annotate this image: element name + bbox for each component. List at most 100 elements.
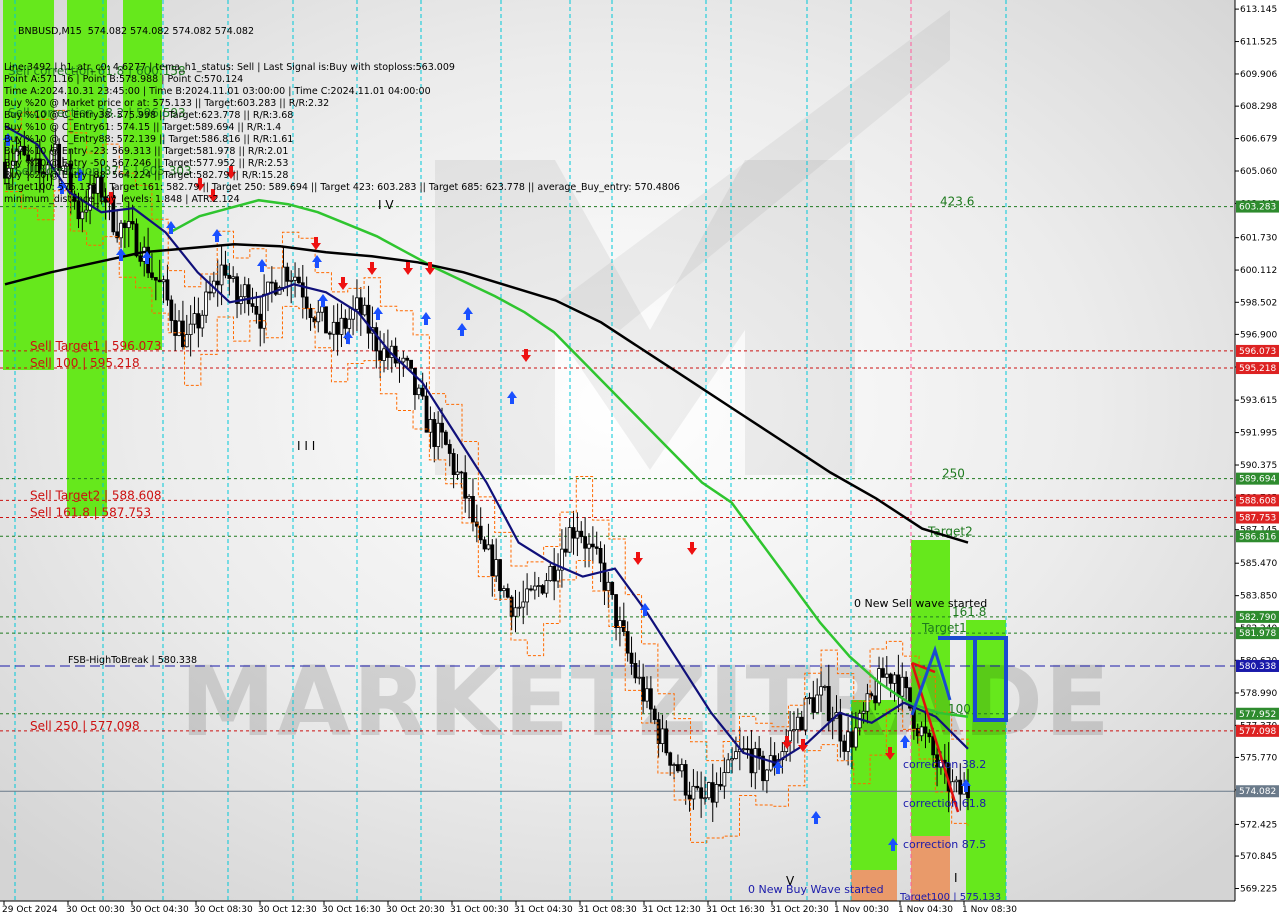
candle-body	[219, 264, 224, 286]
candle-body	[208, 291, 212, 294]
price-level-label: 580.338	[1239, 662, 1276, 672]
candle-body	[382, 348, 386, 361]
candle-body	[401, 357, 406, 363]
candle-body	[200, 314, 205, 329]
candle-body	[792, 729, 796, 732]
candle-body	[881, 668, 885, 678]
price-tick-label: 585.470	[1240, 559, 1277, 569]
candle-body	[614, 594, 618, 628]
info-line: Buy %10 @ C_Entry38: 575.998 || Target:6…	[4, 110, 294, 121]
candle-body	[250, 303, 255, 307]
price-tick-label: 606.679	[1240, 135, 1277, 145]
candle-body	[246, 284, 251, 305]
candle-body	[223, 264, 228, 276]
candle-body	[308, 307, 313, 318]
candle-body	[838, 712, 843, 742]
candle-body	[823, 686, 827, 688]
candle-body	[687, 794, 692, 800]
candle-body	[583, 536, 588, 549]
candle-body	[324, 306, 328, 334]
candle-body	[734, 751, 738, 759]
candle-body	[633, 663, 638, 679]
info-line: Buy %10 @ C_Entry88: 572.139 || Target:5…	[4, 134, 294, 145]
candle-body	[521, 601, 526, 608]
candle-body	[660, 728, 665, 744]
price-level-label: 574.082	[1239, 787, 1276, 797]
time-tick-label: 1 Nov 08:30	[962, 905, 1017, 915]
candle-body	[532, 585, 537, 591]
candle-body	[865, 693, 870, 712]
candle-body	[231, 276, 236, 279]
candle-body	[892, 674, 897, 684]
candle-body	[393, 345, 398, 364]
price-tick-label: 611.525	[1240, 38, 1277, 48]
candle-body	[590, 543, 595, 548]
candle-body	[447, 444, 452, 454]
candle-body	[413, 367, 417, 396]
candle-body	[355, 297, 359, 310]
candle-body	[904, 676, 909, 689]
price-tick-label: 605.060	[1240, 167, 1277, 177]
candle-body	[954, 779, 959, 783]
candle-body	[896, 674, 901, 697]
candle-body	[877, 668, 881, 704]
candle-body	[157, 279, 162, 283]
candle-body	[262, 293, 267, 329]
candle-body	[498, 559, 502, 592]
candle-body	[726, 759, 731, 773]
candle-body	[293, 276, 297, 281]
candle-body	[842, 740, 847, 752]
price-tick-label: 570.845	[1240, 852, 1277, 862]
candle-body	[668, 752, 673, 766]
candle-body	[494, 559, 499, 577]
info-line: minimum_distance_buy_levels: 1.848 | ATR…	[4, 194, 240, 205]
info-panel: BNBUSD,M15 574.082 574.082 574.082 574.0…	[4, 2, 680, 230]
candle-body	[594, 546, 599, 549]
level-caption: Sell 161.8 | 587.753	[30, 506, 151, 520]
candle-body	[215, 280, 220, 286]
candle-body	[358, 297, 363, 316]
chart-area[interactable]: MARKETZITRADE 423.6Sell Target1 | 596.07…	[0, 0, 1280, 920]
price-tick-label: 572.425	[1240, 820, 1277, 830]
price-tick-label: 601.730	[1240, 234, 1277, 244]
candle-body	[587, 543, 591, 549]
candle-body	[567, 527, 572, 553]
candle-body	[242, 284, 247, 298]
candle-body	[471, 496, 475, 523]
candle-body	[699, 787, 704, 799]
candle-body	[741, 748, 746, 751]
time-tick-label: 31 Oct 20:30	[770, 905, 829, 915]
candle-body	[900, 676, 905, 697]
candle-body	[927, 732, 932, 738]
annotation-text: I	[954, 871, 958, 885]
candle-body	[235, 276, 239, 304]
price-tick-label: 575.770	[1240, 753, 1277, 763]
level-caption: Sell 250 | 577.098	[30, 719, 140, 733]
candle-body	[753, 748, 758, 774]
candle-body	[544, 580, 549, 594]
price-tick-label: 590.375	[1240, 461, 1277, 471]
candle-body	[150, 272, 154, 278]
price-level-label: 577.952	[1239, 710, 1276, 720]
candle-body	[811, 697, 816, 713]
candle-body	[331, 321, 336, 335]
candle-body	[826, 686, 831, 722]
candle-body	[490, 544, 495, 577]
level-caption: 250	[942, 467, 965, 481]
candle-body	[196, 313, 201, 329]
price-level-label: 581.978	[1239, 629, 1276, 639]
symbol-line: BNBUSD,M15 574.082 574.082 574.082 574.0…	[18, 26, 254, 37]
candle-body	[482, 539, 487, 550]
candle-body	[335, 321, 340, 335]
candle-body	[285, 266, 290, 282]
annotation-text: 0 New Buy Wave started	[748, 883, 884, 896]
candle-body	[730, 758, 734, 761]
candle-body	[645, 688, 649, 702]
candle-body	[459, 471, 464, 474]
price-tick-label: 596.900	[1240, 330, 1277, 340]
candle-body	[304, 296, 309, 309]
price-tick-label: 569.225	[1240, 884, 1277, 894]
info-line: Target100: 575.133 || Target 161: 582.79…	[4, 182, 680, 193]
time-tick-label: 1 Nov 00:30	[834, 905, 889, 915]
info-line: Buy %20 @ Entry -50: 567.246 || Target:5…	[4, 158, 289, 169]
